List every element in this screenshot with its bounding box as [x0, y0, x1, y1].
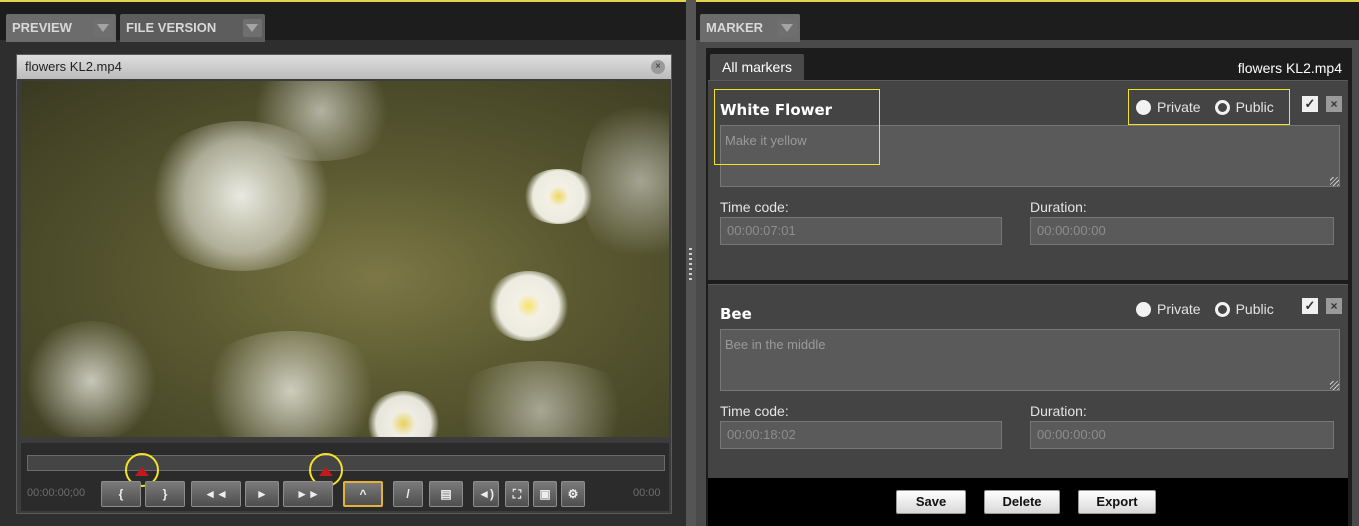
- right-tabbar: MARKER: [696, 0, 1359, 42]
- confirm-checkbox[interactable]: ✓: [1302, 96, 1318, 112]
- confirm-checkbox[interactable]: ✓: [1302, 298, 1318, 314]
- compare-icon: ▤: [440, 487, 452, 501]
- tab-file-version-dropdown[interactable]: [243, 19, 262, 37]
- public-label: Public: [1235, 301, 1274, 317]
- drag-handle-icon: [689, 248, 692, 280]
- save-button[interactable]: Save: [896, 490, 966, 514]
- video-flower-blur-3: [581, 91, 669, 271]
- resize-handle-icon[interactable]: [1330, 177, 1339, 186]
- time-code-label: Time code:: [720, 403, 789, 419]
- annotation-rect-title: [714, 89, 880, 165]
- video-player[interactable]: [21, 81, 669, 437]
- tab-file-version[interactable]: FILE VERSION: [120, 14, 265, 42]
- left-tabbar: PREVIEW FILE VERSION: [0, 0, 686, 42]
- video-flower-blur-6: [441, 361, 641, 437]
- delete-marker-icon[interactable]: ×: [1326, 298, 1342, 314]
- tab-marker-dropdown[interactable]: [778, 19, 797, 37]
- marker-card-white-flower: White Flower Private Public ✓ × Make it …: [708, 80, 1348, 280]
- private-label: Private: [1157, 301, 1201, 317]
- private-radio[interactable]: [1136, 301, 1151, 317]
- preview-frame: flowers KL2.mp4 × 00:00:00;00 00:00 { } …: [16, 54, 672, 514]
- public-radio[interactable]: [1214, 301, 1230, 317]
- marker-description[interactable]: Bee in the middle: [720, 329, 1340, 391]
- duration-field[interactable]: 00:00:00:00: [1030, 217, 1334, 245]
- export-button[interactable]: Export: [1078, 490, 1156, 514]
- duration-field[interactable]: 00:00:00:00: [1030, 421, 1334, 449]
- play-button[interactable]: ►: [245, 481, 279, 507]
- delete-marker-icon[interactable]: ×: [1326, 96, 1342, 112]
- video-flower-blur-5: [191, 331, 391, 437]
- tab-preview-dropdown[interactable]: [94, 19, 113, 37]
- close-icon[interactable]: ×: [651, 60, 665, 74]
- timeline-scrubber[interactable]: [27, 455, 665, 471]
- fast-forward-button[interactable]: ►►: [283, 481, 333, 507]
- right-panel: MARKER All markers flowers KL2.mp4 White…: [696, 0, 1359, 526]
- add-marker-button[interactable]: ^: [343, 481, 383, 507]
- duration-label: Duration:: [1030, 199, 1087, 215]
- settings-button[interactable]: ⚙: [561, 481, 585, 507]
- video-flower-focus-1: [486, 271, 571, 341]
- volume-button[interactable]: ◄): [473, 481, 499, 507]
- tab-marker-label: MARKER: [706, 20, 764, 35]
- video-flower-blur-4: [21, 321, 161, 437]
- time-code-label: Time code:: [720, 199, 789, 215]
- delete-button[interactable]: Delete: [984, 490, 1060, 514]
- mark-out-button[interactable]: }: [145, 481, 185, 507]
- chevron-down-icon: [246, 24, 258, 32]
- chevron-down-icon: [97, 24, 109, 32]
- time-end: 00:00: [633, 487, 661, 499]
- fullscreen-button[interactable]: ⛶: [505, 481, 529, 507]
- annotation-rect-visibility: [1128, 89, 1290, 125]
- panel-divider[interactable]: [686, 0, 696, 526]
- tab-preview[interactable]: PREVIEW: [6, 14, 116, 42]
- marker-file-name: flowers KL2.mp4: [1237, 60, 1342, 76]
- time-code-field[interactable]: 00:00:07:01: [720, 217, 1002, 245]
- marker-title[interactable]: Bee: [720, 305, 752, 323]
- tab-marker[interactable]: MARKER: [700, 14, 800, 42]
- mark-in-button[interactable]: {: [101, 481, 141, 507]
- tab-all-markers[interactable]: All markers: [710, 54, 805, 80]
- snapshot-button[interactable]: ▣: [533, 481, 557, 507]
- compare-button[interactable]: ▤: [429, 481, 463, 507]
- time-start: 00:00:00;00: [27, 487, 86, 499]
- tab-file-version-label: FILE VERSION: [126, 20, 217, 35]
- tab-preview-label: PREVIEW: [12, 20, 72, 35]
- resize-handle-icon[interactable]: [1330, 381, 1339, 390]
- video-flower-focus-2: [521, 169, 596, 224]
- preview-titlebar: flowers KL2.mp4 ×: [17, 55, 671, 79]
- draw-button[interactable]: /: [393, 481, 423, 507]
- visibility-radio-group: Private Public: [1136, 301, 1274, 317]
- time-code-field[interactable]: 00:00:18:02: [720, 421, 1002, 449]
- rewind-button[interactable]: ◄◄: [191, 481, 241, 507]
- duration-label: Duration:: [1030, 403, 1087, 419]
- playback-controls: 00:00:00;00 00:00 { } ◄◄ ► ►► ^ / ▤ ◄) ⛶…: [21, 443, 669, 511]
- marker-content: All markers flowers KL2.mp4 White Flower…: [706, 48, 1352, 526]
- preview-file-name: flowers KL2.mp4: [25, 59, 122, 74]
- marker-footer: Save Delete Export: [708, 478, 1348, 526]
- left-panel: PREVIEW FILE VERSION flowers KL2.mp4 × 0…: [0, 0, 686, 526]
- chevron-down-icon: [781, 24, 793, 32]
- marker-card-bee: Bee Private Public ✓ × Bee in the middle…: [708, 284, 1348, 478]
